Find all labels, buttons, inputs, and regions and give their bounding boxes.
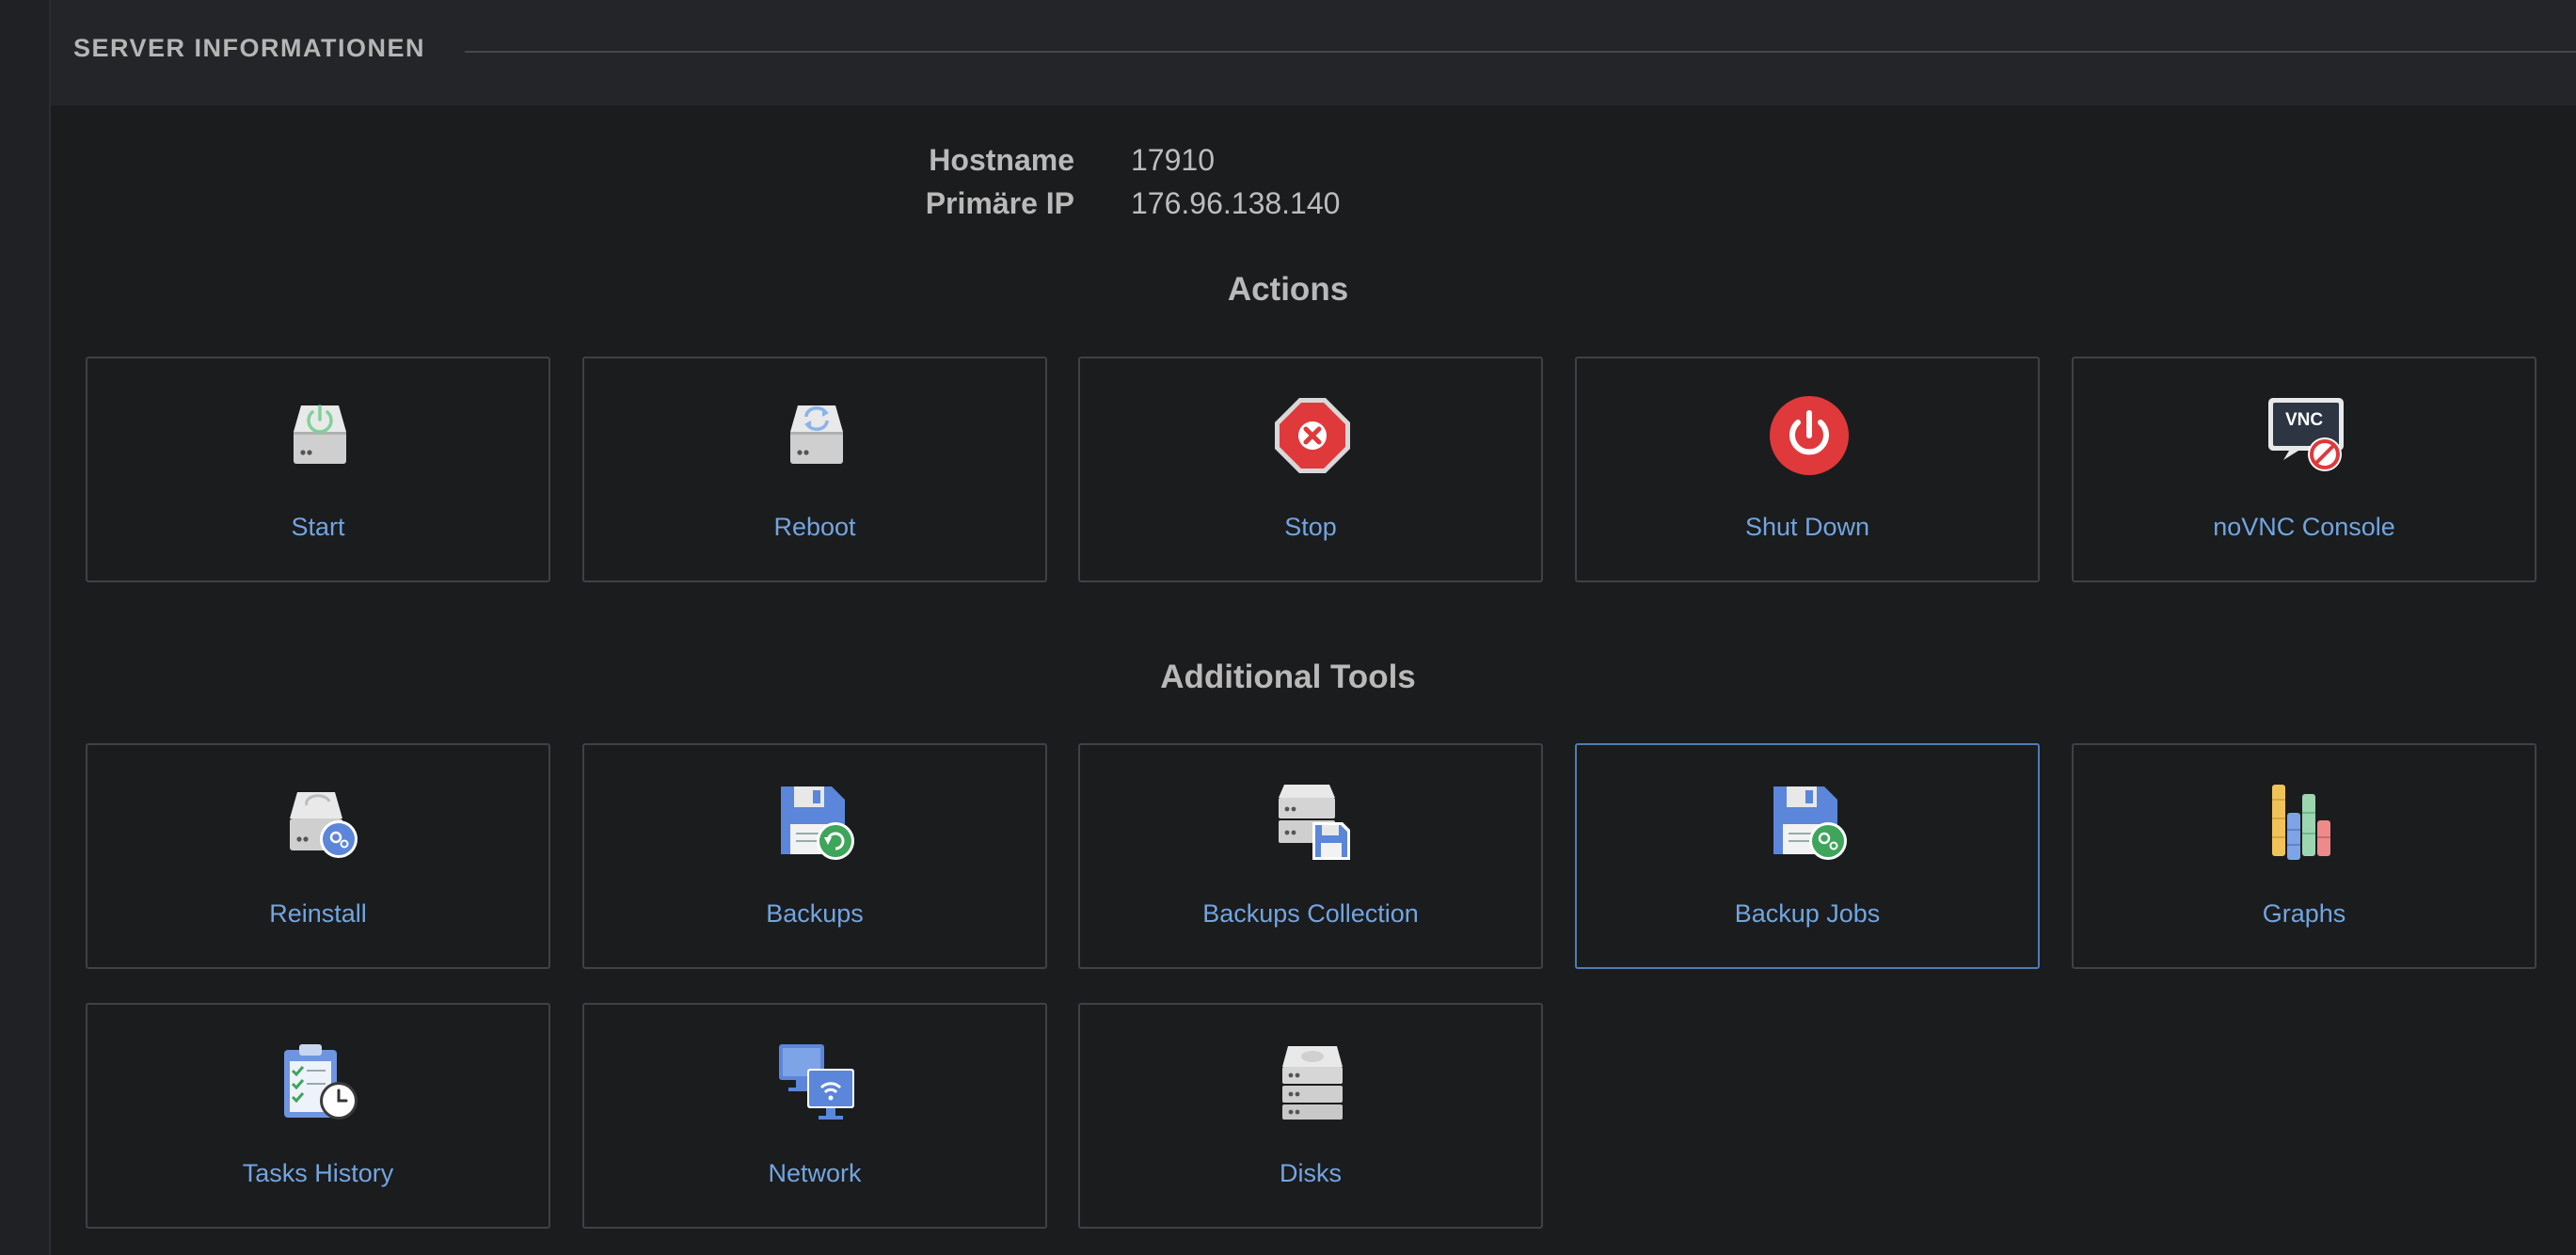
- backups-label: Backups: [766, 899, 864, 928]
- panel-title: SERVER INFORMATIONEN: [73, 34, 426, 62]
- graphs-button[interactable]: Graphs: [2072, 743, 2536, 969]
- reinstall-label: Reinstall: [269, 899, 367, 928]
- start-button[interactable]: Start: [86, 357, 550, 582]
- shut-down-label: Shut Down: [1744, 513, 1870, 541]
- disks-button[interactable]: Disks: [1078, 1003, 1543, 1229]
- backup-jobs-icon: [1768, 781, 1851, 864]
- hostname-value: 17910: [1131, 143, 1215, 177]
- disks-label: Disks: [1280, 1159, 1342, 1187]
- novnc-console-button[interactable]: VNC noVNC Console: [2072, 357, 2536, 582]
- svg-text:VNC: VNC: [2285, 410, 2323, 430]
- backup-jobs-label: Backup Jobs: [1734, 899, 1881, 928]
- panel-header: SERVER INFORMATIONEN: [51, 0, 2576, 105]
- vnc-console-icon: VNC: [2265, 394, 2347, 477]
- primary-ip-row: Primäre IP 176.96.138.140: [0, 186, 2576, 230]
- reinstall-button[interactable]: Reinstall: [86, 743, 550, 969]
- network-label: Network: [768, 1159, 862, 1187]
- backups-collection-label: Backups Collection: [1202, 899, 1419, 928]
- reinstall-icon: [278, 781, 361, 864]
- disks-icon: [1271, 1041, 1354, 1123]
- hostname-row: Hostname 17910: [0, 143, 2576, 186]
- header-divider: [465, 51, 2576, 53]
- additional-tools-heading: Additional Tools: [1160, 659, 1416, 695]
- primary-ip-value: 176.96.138.140: [1131, 186, 1341, 220]
- power-icon: [1768, 394, 1851, 477]
- stop-button[interactable]: Stop: [1078, 357, 1543, 582]
- start-label: Start: [291, 513, 345, 541]
- backup-jobs-button[interactable]: Backup Jobs: [1575, 743, 2040, 969]
- stop-label: Stop: [1284, 513, 1337, 541]
- reboot-label: Reboot: [773, 513, 856, 541]
- stop-sign-icon: [1271, 394, 1354, 477]
- primary-ip-label: Primäre IP: [925, 186, 1074, 220]
- shut-down-button[interactable]: Shut Down: [1575, 357, 2040, 582]
- server-start-icon: [278, 394, 361, 477]
- network-icon: [775, 1041, 858, 1123]
- hostname-label: Hostname: [929, 143, 1074, 177]
- backup-collection-icon: [1271, 781, 1354, 864]
- tasks-history-label: Tasks History: [242, 1159, 394, 1187]
- tasks-history-icon: [278, 1041, 361, 1123]
- backup-floppy-icon: [775, 781, 858, 864]
- actions-heading: Actions: [1227, 271, 1349, 308]
- tasks-history-button[interactable]: Tasks History: [86, 1003, 550, 1229]
- novnc-console-label: noVNC Console: [2213, 513, 2395, 541]
- network-button[interactable]: Network: [582, 1003, 1047, 1229]
- server-reboot-icon: [775, 394, 858, 477]
- graphs-label: Graphs: [2262, 899, 2346, 928]
- reboot-button[interactable]: Reboot: [582, 357, 1047, 582]
- backups-collection-button[interactable]: Backups Collection: [1078, 743, 1543, 969]
- backups-button[interactable]: Backups: [582, 743, 1047, 969]
- graphs-icon: [2265, 781, 2347, 864]
